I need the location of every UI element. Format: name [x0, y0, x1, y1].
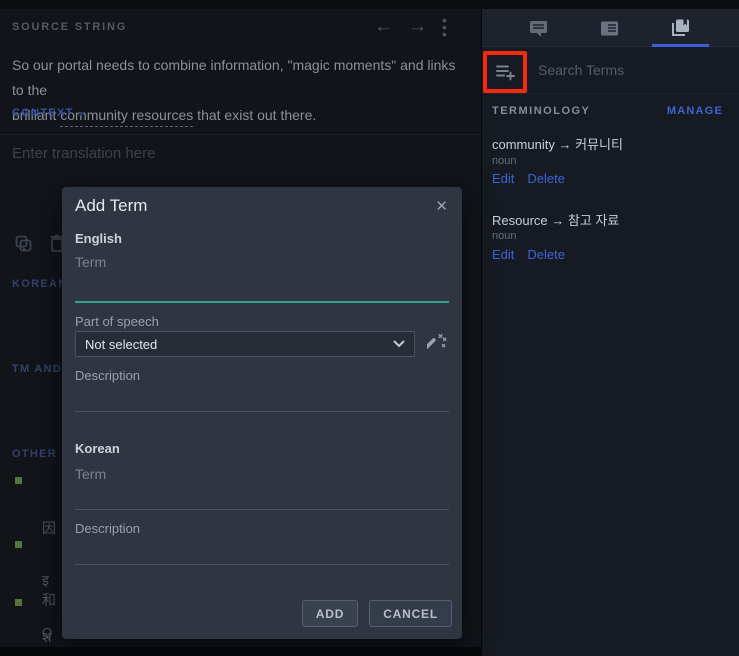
- divider: [0, 134, 481, 135]
- tab-translation-memory[interactable]: [579, 9, 639, 47]
- manage-link[interactable]: MANAGE: [667, 105, 723, 117]
- glossary-book-icon: [669, 18, 691, 38]
- chevron-down-icon: [393, 340, 405, 348]
- active-tab-indicator: [652, 44, 709, 47]
- input-underline: [75, 509, 449, 510]
- cancel-button[interactable]: CANCEL: [369, 600, 452, 627]
- glossary-term-entry: Resource → 참고 자료 noun Edit Delete: [492, 210, 730, 229]
- english-description-field[interactable]: Description: [75, 368, 140, 383]
- korean-term-field[interactable]: Term: [75, 466, 106, 482]
- next-string-button[interactable]: →: [408, 16, 427, 38]
- magic-wand-icon[interactable]: [427, 333, 447, 353]
- previous-string-button[interactable]: ←: [374, 16, 393, 38]
- translated-status-dot: [15, 599, 22, 606]
- bottom-strip: [0, 647, 481, 656]
- input-underline: [75, 564, 449, 565]
- copy-source-icon[interactable]: [14, 234, 33, 253]
- dialog-actions: ADD CANCEL: [302, 600, 452, 627]
- english-term-field[interactable]: Term: [75, 254, 106, 270]
- korean-section-heading: Korean: [75, 441, 120, 456]
- part-of-speech-select[interactable]: Not selected: [75, 331, 415, 357]
- divider: [482, 93, 739, 94]
- close-icon[interactable]: ✕: [435, 197, 448, 215]
- edit-term-link[interactable]: Edit: [492, 247, 514, 262]
- article-card-icon: [599, 20, 620, 37]
- source-line-1: So our portal needs to combine informati…: [12, 53, 457, 103]
- translated-status-dot: [15, 541, 22, 548]
- add-button[interactable]: ADD: [302, 600, 358, 627]
- edit-term-link[interactable]: Edit: [492, 171, 514, 186]
- glossary-term-entry: community → 커뮤니티 noun Edit Delete: [492, 134, 730, 153]
- sidebar-tabs: [482, 9, 739, 47]
- focused-input-underline: [75, 301, 449, 303]
- term-name: community → 커뮤니티: [492, 134, 730, 153]
- annotation-highlight-box: [483, 51, 527, 93]
- add-term-dialog: Add Term ✕ English Term Part of speech N…: [62, 187, 462, 639]
- korean-description-field[interactable]: Description: [75, 521, 140, 536]
- term-part-of-speech: noun: [492, 230, 516, 242]
- terminology-header: TERMINOLOGY: [492, 105, 590, 117]
- context-link[interactable]: CONTEXT▸: [12, 107, 85, 119]
- part-of-speech-label: Part of speech: [75, 314, 159, 329]
- more-options-icon[interactable]: •••: [442, 17, 448, 38]
- delete-term-link[interactable]: Delete: [527, 171, 565, 186]
- comment-icon: [528, 19, 549, 38]
- add-term-icon[interactable]: [495, 63, 516, 81]
- tab-comments[interactable]: [508, 9, 568, 47]
- delete-term-link[interactable]: Delete: [527, 247, 565, 262]
- tooltip-notch: [603, 0, 629, 6]
- english-section-heading: English: [75, 231, 122, 246]
- glossary-sidebar: TERMINOLOGY MANAGE community → 커뮤니티 noun…: [481, 0, 739, 656]
- dialog-title: Add Term: [75, 196, 147, 216]
- part-of-speech-value: Not selected: [85, 337, 157, 352]
- term-part-of-speech: noun: [492, 155, 516, 167]
- context-arrow-icon: ▸: [80, 108, 86, 118]
- source-string-label: SOURCE STRING: [12, 21, 127, 33]
- search-terms-input[interactable]: [538, 59, 718, 81]
- tab-glossary[interactable]: [650, 9, 710, 47]
- translated-status-dot: [15, 477, 22, 484]
- term-name: Resource → 참고 자료: [492, 210, 730, 229]
- input-underline: [75, 411, 449, 412]
- app-window: SOURCE STRING ← → ••• So our portal need…: [0, 0, 739, 656]
